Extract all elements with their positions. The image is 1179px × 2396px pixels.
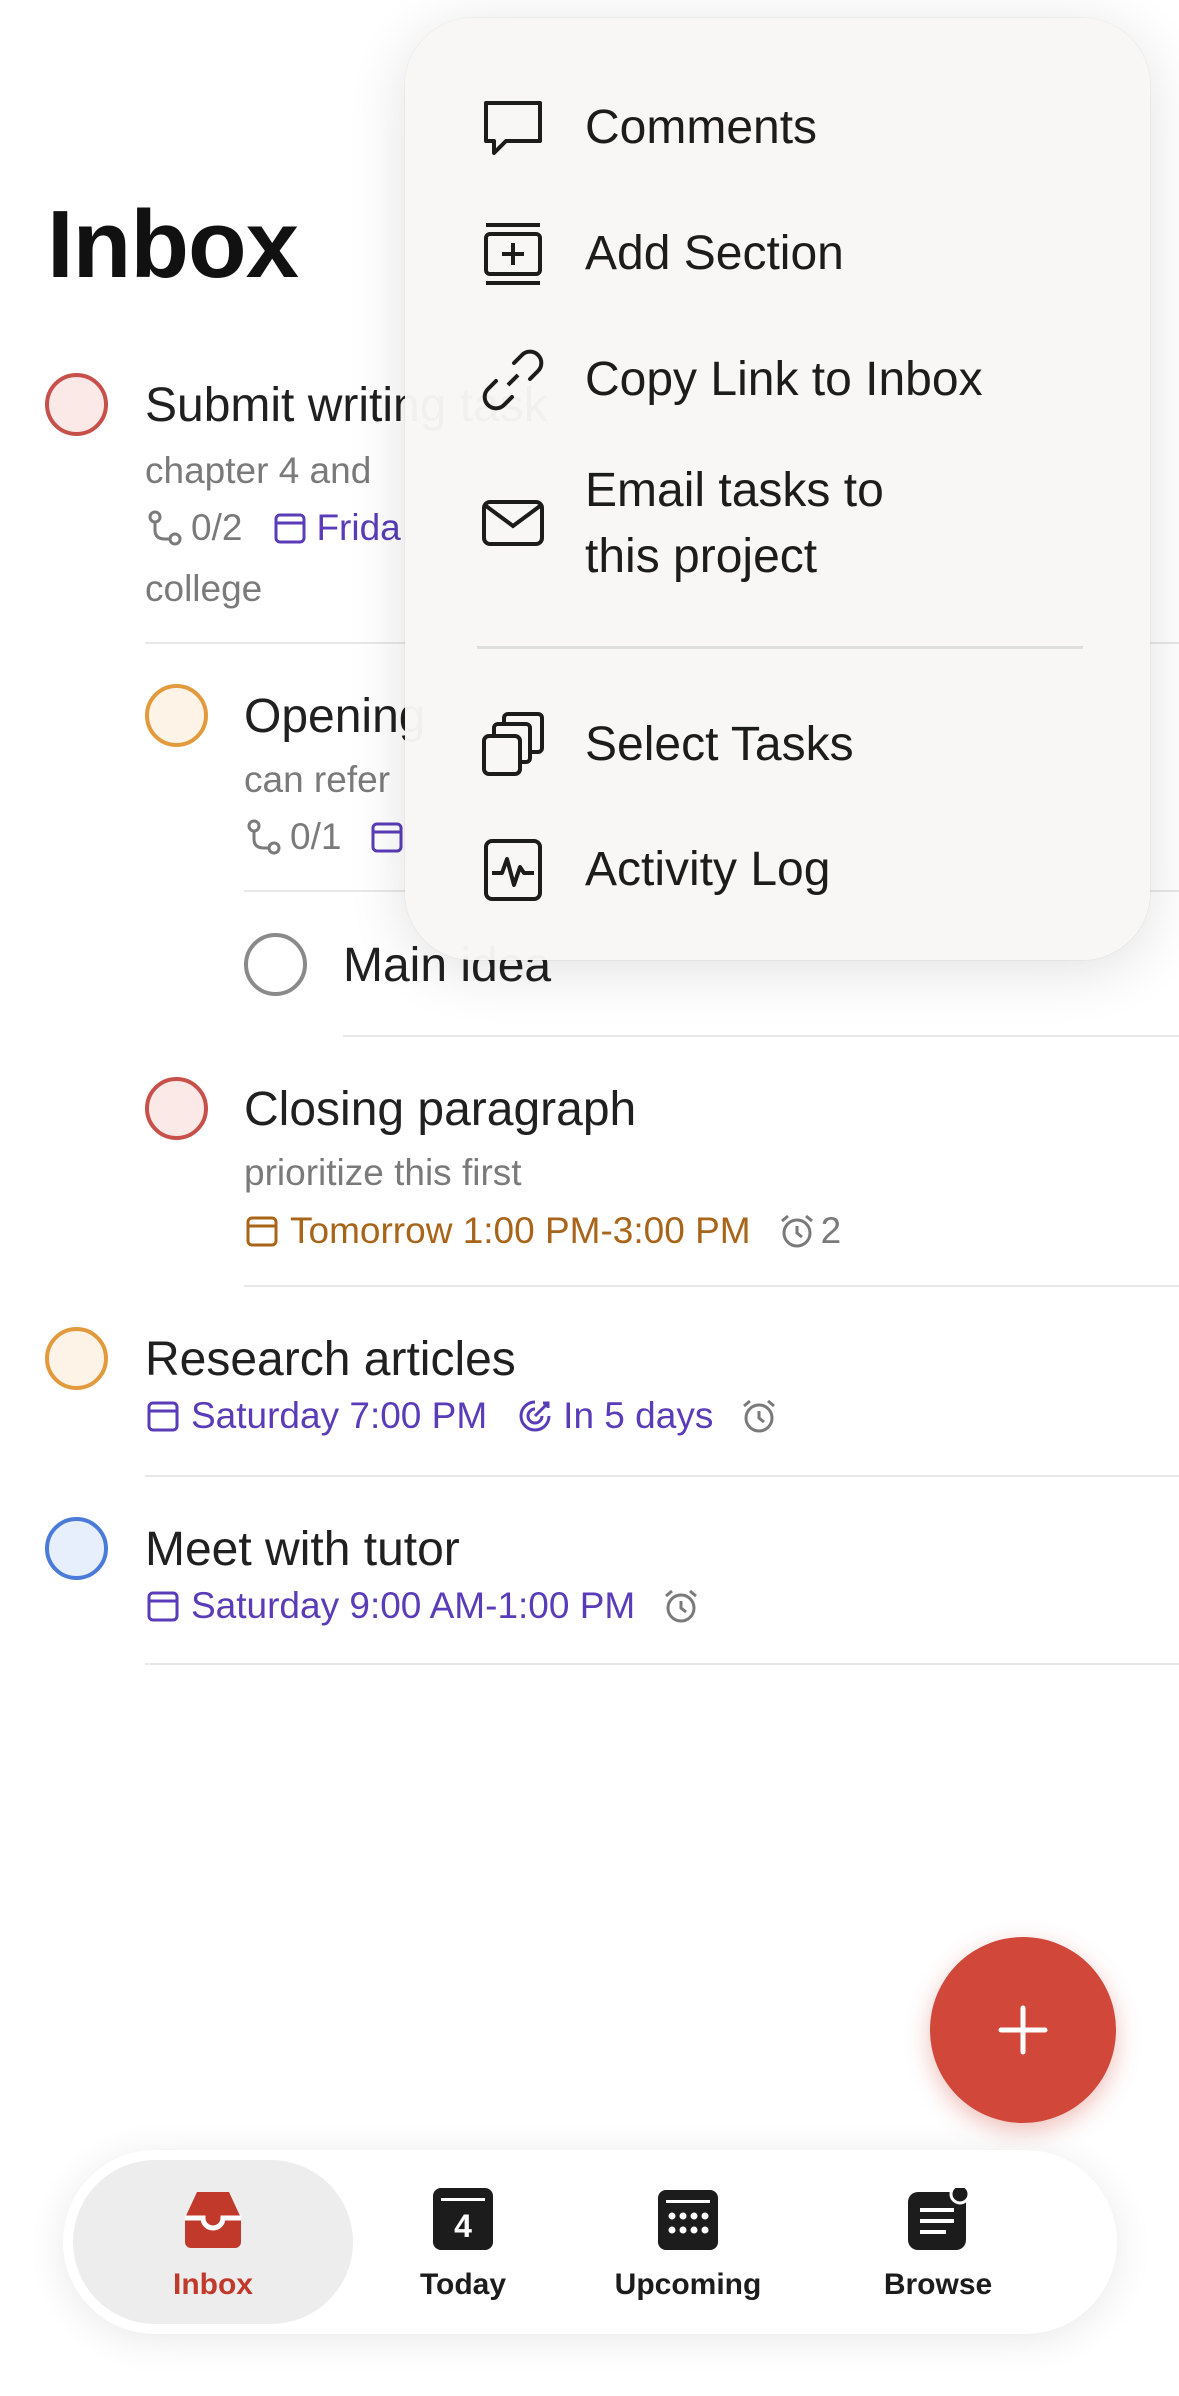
task-row[interactable]: Research articles Saturday 7:00 PM In 5 …	[0, 1315, 1179, 1465]
task-title: Opening	[244, 690, 426, 743]
reminder-indicator	[661, 1586, 701, 1626]
menu-item-comments[interactable]: Comments	[405, 95, 1150, 161]
browse-list-icon	[908, 2188, 968, 2250]
add-section-icon	[484, 223, 542, 285]
tab-browse[interactable]: Browse	[813, 2150, 1063, 2334]
tab-today[interactable]: 4 Today	[363, 2150, 563, 2334]
task-description: can refer	[244, 759, 391, 800]
task-title: Meet with tutor	[145, 1523, 460, 1576]
reminder-count: 2	[820, 1210, 842, 1251]
task-meta: 0/2 Frida	[145, 507, 401, 549]
calendar-icon	[147, 1401, 179, 1432]
task-title: Closing paragraph	[244, 1083, 637, 1136]
task-date	[369, 819, 405, 855]
task-deadline: In 5 days	[515, 1395, 713, 1437]
task-description: chapter 4 and	[145, 450, 372, 491]
task-title: Research articles	[145, 1333, 516, 1386]
alarm-clock-icon	[780, 1214, 813, 1248]
calendar-icon	[147, 1591, 179, 1622]
subtask-icon	[247, 819, 281, 855]
calendar-icon	[246, 1216, 278, 1247]
subtask-count: 0/1	[290, 816, 342, 857]
task-project: college	[145, 568, 263, 609]
subtask-indicator: 0/2	[145, 507, 242, 549]
divider	[343, 1035, 1179, 1037]
calendar-icon	[274, 513, 306, 544]
task-meta: Tomorrow 1:00 PM-3:00 PM 2	[244, 1210, 841, 1252]
divider	[145, 1475, 1179, 1477]
upcoming-calendar-icon	[658, 2190, 718, 2250]
menu-item-activity-log[interactable]: Activity Log	[405, 837, 1150, 903]
menu-item-email-tasks[interactable]: Email tasks to this project	[405, 458, 1150, 588]
task-row[interactable]: Meet with tutor Saturday 9:00 AM-1:00 PM	[0, 1505, 1179, 1655]
task-checkbox[interactable]	[244, 933, 307, 996]
alarm-clock-icon	[665, 1589, 698, 1623]
tab-inbox[interactable]: Inbox	[63, 2150, 363, 2334]
task-checkbox[interactable]	[45, 373, 108, 436]
calendar-icon	[371, 822, 403, 853]
comment-icon	[484, 101, 542, 155]
inbox-tray-icon	[185, 2192, 241, 2248]
mail-icon	[482, 500, 544, 546]
today-calendar-icon: 4	[433, 2188, 493, 2250]
menu-item-copy-link[interactable]: Copy Link to Inbox	[405, 347, 1150, 413]
bottom-tab-bar: Inbox 4 Today Upcoming Browse	[63, 2150, 1117, 2334]
menu-item-add-section[interactable]: Add Section	[405, 221, 1150, 287]
reminder-indicator: 2	[777, 1210, 842, 1252]
task-checkbox[interactable]	[145, 684, 208, 747]
subtask-indicator: 0/1	[244, 816, 341, 858]
task-meta: Saturday 9:00 AM-1:00 PM	[145, 1585, 701, 1627]
project-options-menu: Comments Add Section Copy Link to Inbox …	[405, 18, 1150, 960]
app-screen: Inbox Submit writing task chapter 4 and …	[0, 0, 1179, 2396]
task-meta: Saturday 7:00 PM In 5 days	[145, 1395, 779, 1437]
task-checkbox[interactable]	[45, 1517, 108, 1580]
add-task-button[interactable]	[930, 1937, 1116, 2123]
reminder-indicator	[739, 1396, 779, 1436]
link-icon	[482, 349, 544, 411]
select-tasks-icon	[482, 712, 544, 776]
menu-separator	[477, 646, 1083, 649]
task-date: Saturday 7:00 PM	[145, 1395, 487, 1437]
plus-icon	[998, 2005, 1048, 2055]
deadline-target-icon	[519, 1400, 551, 1432]
alarm-clock-icon	[743, 1399, 776, 1433]
task-checkbox[interactable]	[45, 1327, 108, 1390]
subtask-icon	[148, 510, 182, 546]
task-date: Tomorrow 1:00 PM-3:00 PM	[244, 1210, 751, 1252]
task-description: prioritize this first	[244, 1152, 522, 1193]
page-title: Inbox	[47, 191, 299, 298]
task-checkbox[interactable]	[145, 1077, 208, 1140]
subtask-count: 0/2	[191, 507, 243, 548]
menu-item-select-tasks[interactable]: Select Tasks	[405, 712, 1150, 778]
task-row[interactable]: Closing paragraph prioritize this first …	[0, 1065, 1179, 1265]
divider	[145, 1663, 1179, 1665]
task-date: Saturday 9:00 AM-1:00 PM	[145, 1585, 635, 1627]
task-date: Frida	[272, 507, 401, 549]
activity-log-icon	[484, 839, 542, 901]
task-meta: 0/1	[244, 816, 405, 858]
tab-upcoming[interactable]: Upcoming	[563, 2150, 813, 2334]
divider	[244, 1285, 1179, 1287]
